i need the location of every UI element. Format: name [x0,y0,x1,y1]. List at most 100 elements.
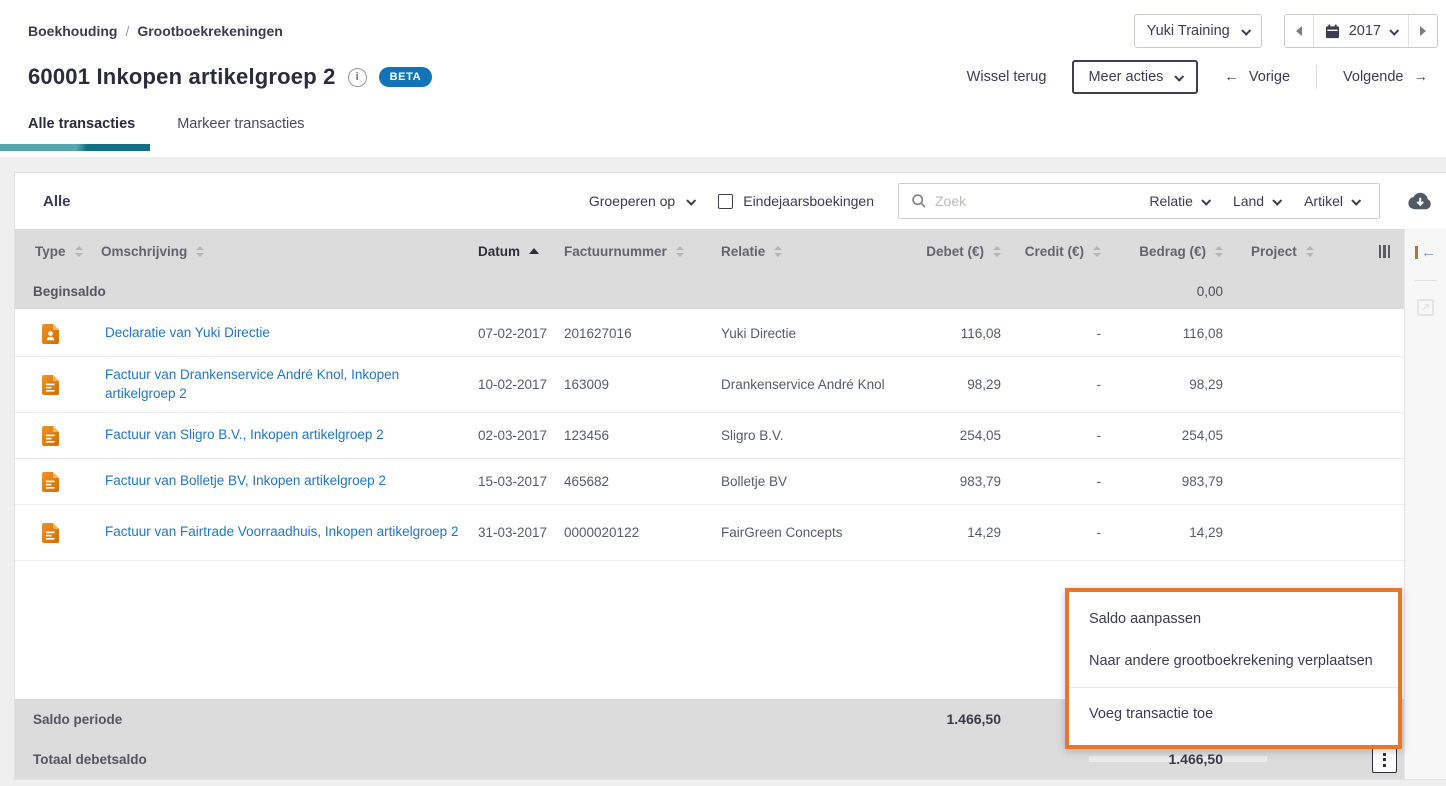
sort-icon [993,245,1001,257]
saldo-periode-label: Saldo periode [33,711,123,727]
year-dropdown[interactable]: 2017 [1312,15,1408,47]
menu-item-saldo-aanpassen[interactable]: Saldo aanpassen [1069,598,1398,640]
divider [1414,280,1437,281]
land-filter-label: Land [1232,193,1265,209]
page-title: 60001 Inkopen artikelgroep 2 [28,64,336,89]
info-icon[interactable]: i [347,67,367,87]
sort-icon [774,245,783,257]
totaal-debetsaldo-label: Totaal debetsaldo [33,751,147,767]
column-header-credit[interactable]: Credit (€) [1003,244,1103,259]
groeperen-op-dropdown[interactable]: Groeperen op [588,193,697,209]
relatie-filter-dropdown[interactable]: Relatie [1141,193,1217,209]
column-header-bedrag[interactable]: Bedrag (€) [1103,244,1225,259]
vorige-button[interactable]: ← Vorige [1224,69,1290,85]
context-menu: Saldo aanpassen Naar andere grootboekrek… [1065,588,1402,749]
column-header-relatie[interactable]: Relatie [707,244,903,259]
previous-year-button[interactable] [1285,15,1313,47]
table-row[interactable]: Factuur van Drankenservice André Knol, I… [15,357,1404,413]
table-row[interactable]: Factuur van Fairtrade Voorraadhuis, Inko… [15,505,1404,561]
administration-selector[interactable]: Yuki Training [1133,14,1262,48]
column-header-type[interactable]: Type [15,244,85,259]
land-filter-dropdown[interactable]: Land [1225,193,1288,209]
invoice-document-icon [41,471,59,492]
breadcrumb-item-boekhouding[interactable]: Boekhouding [28,23,117,39]
chevron-down-icon [1389,25,1400,36]
transaction-link[interactable]: Declaratie van Yuki Directie [85,320,463,347]
debet-cell: 254,05 [959,428,1001,443]
column-header-factuurnummer[interactable]: Factuurnummer [549,244,707,259]
page: Boekhouding / Grootboekrekeningen Yuki T… [0,0,1446,786]
search-and-filters: Relatie Land Artikel [898,183,1380,219]
table-row[interactable]: Factuur van Bolletje BV, Inkopen artikel… [15,459,1404,505]
saldo-periode-value: 1.466,50 [946,711,1002,727]
totaal-debetsaldo-value-cell: 1.466,50 [1089,751,1267,767]
search-input[interactable] [935,193,1134,209]
eindejaarsboekingen-checkbox[interactable] [718,193,734,209]
breadcrumb-item-grootboekrekeningen[interactable]: Grootboekrekeningen [137,23,282,39]
meer-acties-label: Meer acties [1088,69,1164,85]
table-row[interactable]: Declaratie van Yuki Directie 07-02-2017 … [15,311,1404,357]
calendar-icon [1325,23,1339,38]
menu-item-verplaatsen[interactable]: Naar andere grootboekrekening verplaatse… [1069,640,1398,682]
active-tab-indicator [0,144,150,151]
side-panel-strip: ← ↗ [1404,229,1446,779]
bedrag-cell: 116,08 [1182,326,1223,341]
chevron-down-icon [1272,195,1283,206]
chevron-down-icon [1174,71,1185,82]
sort-icon [74,245,83,257]
invoice-document-icon [41,425,59,446]
beta-badge: BETA [378,67,433,87]
column-header-project[interactable]: Project [1225,244,1345,259]
menu-divider [1069,687,1398,688]
artikel-filter-label: Artikel [1304,193,1343,209]
tab-markeer-transacties[interactable]: Markeer transacties [177,116,304,132]
volgende-button[interactable]: Volgende → [1343,69,1428,85]
next-year-button[interactable] [1408,15,1437,47]
collapse-panel-icon[interactable]: ← [1415,245,1436,260]
transaction-link[interactable]: Factuur van Drankenservice André Knol, I… [85,362,463,408]
bedrag-cell: 98,29 [1189,377,1223,392]
volgende-label: Volgende [1343,69,1404,85]
year-selector: 2017 [1283,14,1438,48]
row-actions-kebab-button[interactable] [1372,746,1397,773]
vorige-label: Vorige [1248,69,1291,85]
export-download-icon[interactable] [1404,190,1434,213]
meer-acties-button[interactable]: Meer acties [1072,60,1199,94]
beginsaldo-label: Beginsaldo [33,283,106,299]
artikel-filter-dropdown[interactable]: Artikel [1296,193,1367,209]
credit-cell: - [1096,428,1102,443]
divider [1316,65,1318,89]
relatie-filter-label: Relatie [1149,193,1193,209]
invoice-document-icon [41,374,59,395]
datum-cell: 15-03-2017 [478,474,548,489]
left-arrow-icon: ← [1224,69,1239,85]
column-header-datum[interactable]: Datum [463,244,549,259]
sort-icon [196,245,205,257]
factuurnummer-cell: 465682 [564,474,610,489]
transaction-link[interactable]: Factuur van Bolletje BV, Inkopen artikel… [85,468,463,495]
credit-cell: - [1096,377,1102,392]
tab-bar: Alle transacties Markeer transacties [0,116,1446,132]
right-arrow-icon: → [1413,69,1429,85]
factuurnummer-cell: 0000020122 [564,525,640,540]
declaration-document-icon [41,323,59,344]
wissel-terug-button[interactable]: Wissel terug [967,69,1047,85]
sort-icon [1215,245,1223,257]
column-header-omschrijving[interactable]: Omschrijving [85,244,463,259]
column-settings-icon[interactable] [1345,244,1404,258]
transaction-link[interactable]: Factuur van Sligro B.V., Inkopen artikel… [85,422,463,449]
external-link-icon[interactable]: ↗ [1417,299,1434,316]
beginsaldo-bedrag: 0,00 [1196,283,1223,299]
credit-cell: - [1096,474,1102,489]
table-row[interactable]: Factuur van Sligro B.V., Inkopen artikel… [15,413,1404,459]
filter-bar: Alle Groeperen op Eindejaarsboekingen Re… [15,173,1446,229]
year-value: 2017 [1348,23,1381,39]
left-triangle-icon [1295,26,1302,36]
menu-item-voeg-transactie-toe[interactable]: Voeg transactie toe [1069,693,1398,735]
column-header-debet[interactable]: Debet (€) [903,244,1003,259]
groeperen-op-label: Groeperen op [588,193,676,209]
tab-alle-transacties[interactable]: Alle transacties [28,116,135,132]
transaction-link[interactable]: Factuur van Fairtrade Voorraadhuis, Inko… [85,519,463,546]
chevron-down-icon [1201,195,1212,206]
breadcrumb-separator: / [125,23,130,39]
